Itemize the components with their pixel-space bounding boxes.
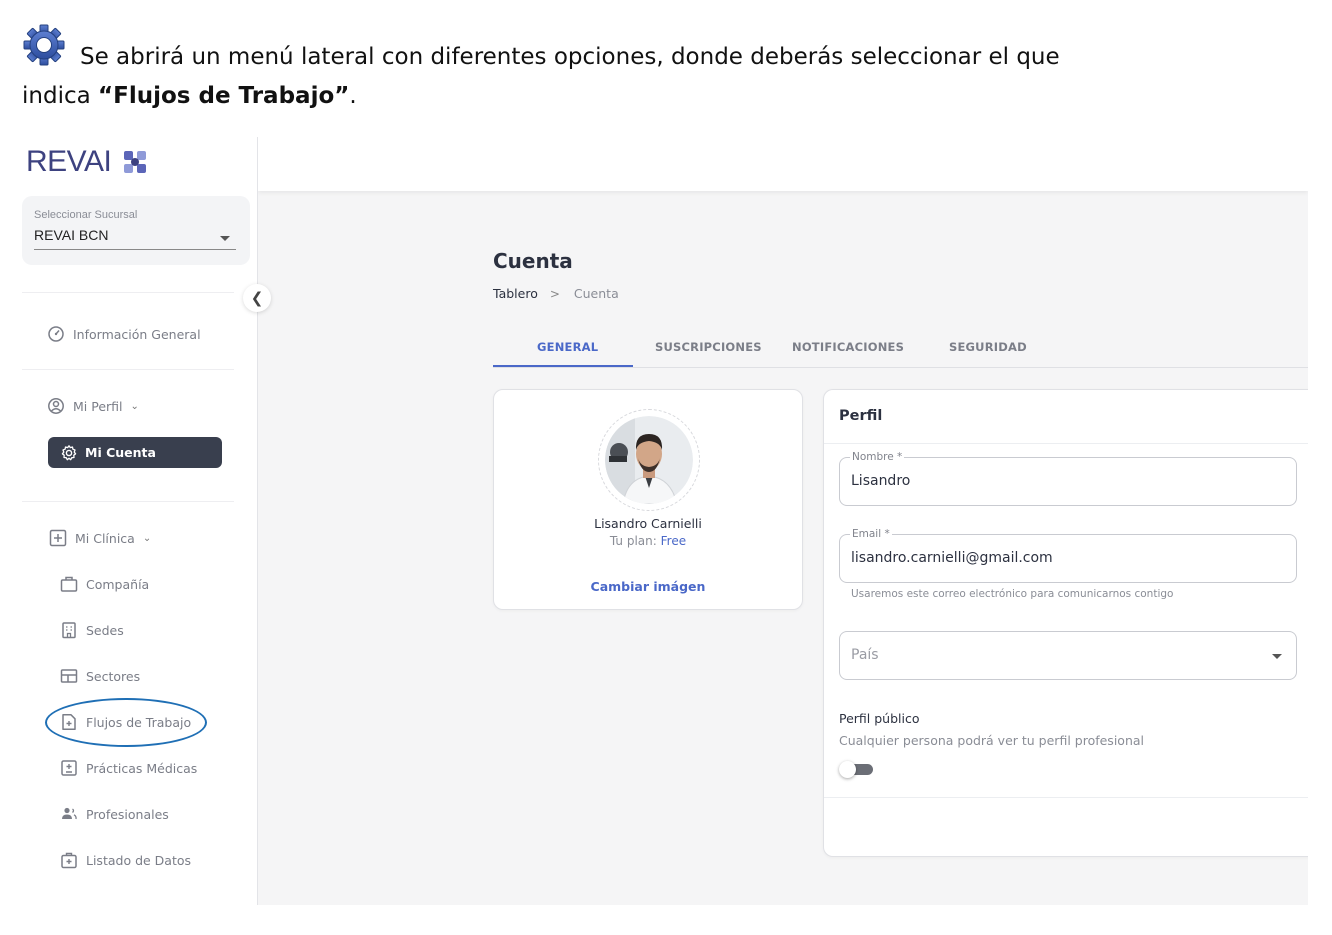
branch-underline <box>34 249 236 250</box>
layout-icon <box>60 669 78 683</box>
sidebar: REVAI Seleccionar Sucursal REVAI BCN Inf… <box>0 137 258 905</box>
sidebar-item-sectors[interactable]: Sectores <box>60 667 140 685</box>
divider <box>22 292 234 293</box>
briefcase-icon <box>60 576 78 592</box>
profile-card: Perfil Nombre * Lisandro Email * lisandr… <box>823 389 1308 857</box>
breadcrumb-home[interactable]: Tablero <box>493 286 538 301</box>
sidebar-item-general-info[interactable]: Información General <box>47 325 201 343</box>
branch-value: REVAI BCN <box>34 227 109 243</box>
tab-notifications[interactable]: NOTIFICACIONES <box>792 340 904 354</box>
breadcrumb-current: Cuenta <box>573 286 619 301</box>
users-icon <box>62 807 77 820</box>
user-card: Lisandro Carnielli Tu plan: Free Cambiar… <box>493 389 803 610</box>
tab-active-indicator <box>493 365 633 367</box>
chevron-down-icon <box>220 236 230 241</box>
profile-title: Perfil <box>839 408 883 424</box>
user-circle-icon <box>48 398 64 414</box>
toggle-knob <box>839 761 856 778</box>
highlight-ellipse <box>45 698 207 747</box>
divider <box>824 443 1308 444</box>
app-screenshot: REVAI Seleccionar Sucursal REVAI BCN Inf… <box>0 137 1308 905</box>
country-placeholder: País <box>851 647 879 663</box>
sidebar-item-my-clinic[interactable]: Mi Clínica ⌄ <box>49 529 151 547</box>
instruction-highlight: “Flujos de Trabajo” <box>98 83 350 109</box>
medical-file-icon <box>61 760 77 776</box>
logo-text: REVAI <box>26 145 112 178</box>
tab-bar: GENERAL SUSCRIPCIONES NOTIFICACIONES SEG… <box>493 329 1308 368</box>
sidebar-item-data-list[interactable]: Listado de Datos <box>60 851 191 869</box>
chevron-left-icon: ❮ <box>250 289 264 307</box>
email-helper-text: Usaremos este correo electrónico para co… <box>851 588 1174 600</box>
user-plan: Tu plan: Free <box>609 534 687 548</box>
breadcrumb-separator: > <box>549 286 560 301</box>
divider <box>22 501 234 502</box>
sidebar-item-my-account[interactable]: Mi Cuenta <box>48 437 222 468</box>
sidebar-item-professionals[interactable]: Profesionales <box>60 805 169 823</box>
avatar-ring <box>598 409 700 511</box>
name-field[interactable]: Nombre * Lisandro <box>839 451 1297 506</box>
plan-value: Free <box>660 534 687 548</box>
email-field-label: Email * <box>850 528 892 540</box>
breadcrumb: Tablero > Cuenta <box>493 286 619 301</box>
dashboard-icon <box>48 326 64 342</box>
chevron-down-icon: ⌄ <box>130 400 139 412</box>
avatar[interactable] <box>605 416 693 504</box>
branch-selector[interactable]: Seleccionar Sucursal REVAI BCN <box>22 196 250 265</box>
tab-subscriptions[interactable]: SUSCRIPCIONES <box>655 340 762 354</box>
instruction-line-2: indica “Flujos de Trabajo”. <box>22 83 357 109</box>
chevron-down-icon <box>1272 654 1282 659</box>
page-title: Cuenta <box>493 249 573 273</box>
tab-general[interactable]: GENERAL <box>537 340 598 354</box>
gear-icon <box>23 24 65 66</box>
email-field-value[interactable]: lisandro.carnielli@gmail.com <box>851 550 1053 566</box>
branch-label: Seleccionar Sucursal <box>34 209 138 221</box>
public-profile-description: Cualquier persona podrá ver tu perfil pr… <box>839 733 1144 748</box>
top-bar <box>258 137 1308 191</box>
sidebar-item-company[interactable]: Compañía <box>60 575 149 593</box>
country-select[interactable]: País <box>839 631 1297 680</box>
user-name: Lisandro Carnielli <box>594 516 702 531</box>
divider <box>22 369 234 370</box>
sidebar-item-medical-practices[interactable]: Prácticas Médicas <box>60 759 197 777</box>
instruction-line-1: Se abrirá un menú lateral con diferentes… <box>80 44 1060 70</box>
name-field-label: Nombre * <box>850 451 905 463</box>
building-icon <box>62 622 76 639</box>
tab-security[interactable]: SEGURIDAD <box>949 340 1027 354</box>
sidebar-item-sites[interactable]: Sedes <box>60 621 124 639</box>
divider <box>824 797 1308 798</box>
chevron-down-icon: ⌄ <box>142 532 152 544</box>
logo-mark-icon <box>124 151 147 173</box>
gear-icon <box>61 444 77 460</box>
collapse-sidebar-button[interactable]: ❮ <box>243 284 271 312</box>
public-profile-toggle[interactable] <box>839 761 873 778</box>
plus-square-icon <box>49 529 67 547</box>
name-field-value[interactable]: Lisandro <box>851 473 910 489</box>
public-profile-title: Perfil público <box>839 711 920 726</box>
email-field[interactable]: Email * lisandro.carnielli@gmail.com <box>839 528 1297 583</box>
change-image-button[interactable]: Cambiar imágen <box>494 579 802 594</box>
medical-bag-icon <box>61 852 77 869</box>
sidebar-item-my-profile[interactable]: Mi Perfil ⌄ <box>47 397 139 415</box>
logo[interactable]: REVAI <box>26 145 149 179</box>
